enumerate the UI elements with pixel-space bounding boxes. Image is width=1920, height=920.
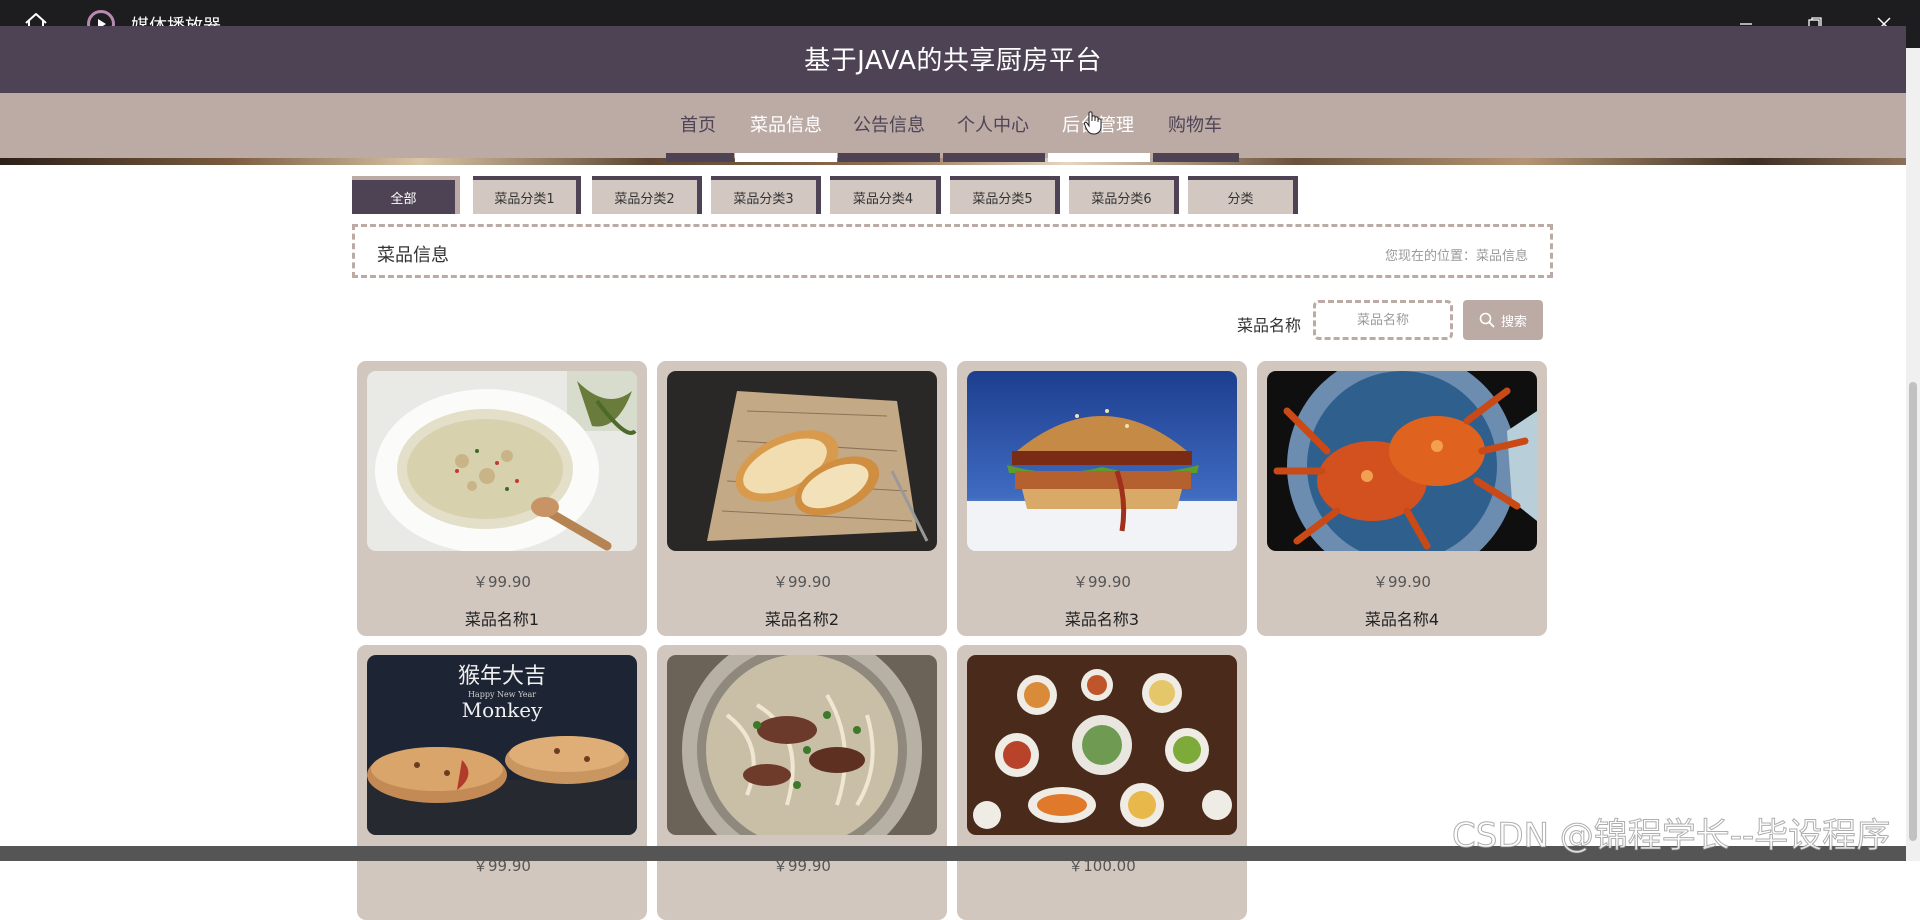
product-image-burger[interactable] xyxy=(967,371,1237,551)
nav-underline xyxy=(943,153,1045,162)
category-2[interactable]: 菜品分类2 xyxy=(592,176,702,214)
nav-underline-active xyxy=(735,153,837,162)
nav-home[interactable]: 首页 xyxy=(680,111,716,137)
product-card[interactable]: ￥99.90 菜品名称2 xyxy=(657,361,947,636)
search-button[interactable]: 搜索 xyxy=(1463,300,1543,340)
product-card[interactable]: 猴年大吉 Happy New Year Monkey ￥99.90 xyxy=(357,645,647,920)
nav-announcements[interactable]: 公告信息 xyxy=(853,111,925,137)
product-name[interactable]: 菜品名称1 xyxy=(357,606,647,630)
product-image-cookies[interactable]: 猴年大吉 Happy New Year Monkey xyxy=(367,655,637,835)
category-1[interactable]: 菜品分类1 xyxy=(473,176,581,214)
nav-underline xyxy=(1153,153,1239,162)
breadcrumb: 菜品信息 您现在的位置：菜品信息 xyxy=(352,224,1553,278)
product-card[interactable]: ￥99.90 菜品名称1 xyxy=(357,361,647,636)
image-banner-text: 猴年大吉 xyxy=(458,664,546,689)
search-label: 菜品名称 xyxy=(1237,316,1302,335)
nav-personal-center[interactable]: 个人中心 xyxy=(957,111,1029,137)
product-image-soup[interactable] xyxy=(367,371,637,551)
category-all[interactable]: 全部 xyxy=(352,176,460,214)
hand-cursor-icon xyxy=(1083,111,1102,135)
category-5[interactable]: 菜品分类5 xyxy=(950,176,1060,214)
product-image-banquet[interactable] xyxy=(967,655,1237,835)
product-card[interactable]: ￥99.90 菜品名称3 xyxy=(957,361,1247,636)
product-name[interactable]: 菜品名称2 xyxy=(657,606,947,630)
image-brand-text: Monkey xyxy=(462,698,543,722)
product-price: ￥99.90 xyxy=(1073,573,1131,591)
nav-cart[interactable]: 购物车 xyxy=(1168,111,1222,137)
watermark: CSDN @锦程学长--毕设程序 xyxy=(1451,816,1891,857)
product-price: ￥99.90 xyxy=(773,573,831,591)
search-input[interactable] xyxy=(1313,300,1453,340)
scrollbar-thumb[interactable] xyxy=(1909,382,1917,841)
product-card[interactable]: ￥99.90 菜品名称4 xyxy=(1257,361,1547,636)
category-4[interactable]: 菜品分类4 xyxy=(830,176,941,214)
page-title: 菜品信息 xyxy=(377,245,449,266)
search-button-label: 搜索 xyxy=(1500,314,1527,330)
site-title: 基于JAVA的共享厨房平台 xyxy=(804,46,1102,76)
product-price: ￥99.90 xyxy=(1373,573,1431,591)
category-6[interactable]: 菜品分类6 xyxy=(1069,176,1179,214)
category-3[interactable]: 菜品分类3 xyxy=(711,176,821,214)
product-name[interactable]: 菜品名称3 xyxy=(957,606,1247,630)
product-image-crabs[interactable] xyxy=(1267,371,1537,551)
product-name[interactable]: 菜品名称4 xyxy=(1257,606,1547,630)
nav-underline-active xyxy=(1048,153,1150,162)
product-card[interactable]: ￥100.00 xyxy=(957,645,1247,920)
product-card[interactable]: ￥99.90 xyxy=(657,645,947,920)
search-icon xyxy=(1479,312,1495,328)
product-price: ￥99.90 xyxy=(473,573,531,591)
breadcrumb-location: 您现在的位置：菜品信息 xyxy=(1384,249,1528,264)
product-image-bread[interactable] xyxy=(667,371,937,551)
nav-underline xyxy=(666,153,734,162)
category-misc[interactable]: 分类 xyxy=(1188,176,1298,214)
main-nav xyxy=(0,93,1906,158)
nav-dishes[interactable]: 菜品信息 xyxy=(750,111,822,137)
nav-underline xyxy=(838,153,940,162)
product-image-noodles[interactable] xyxy=(667,655,937,835)
